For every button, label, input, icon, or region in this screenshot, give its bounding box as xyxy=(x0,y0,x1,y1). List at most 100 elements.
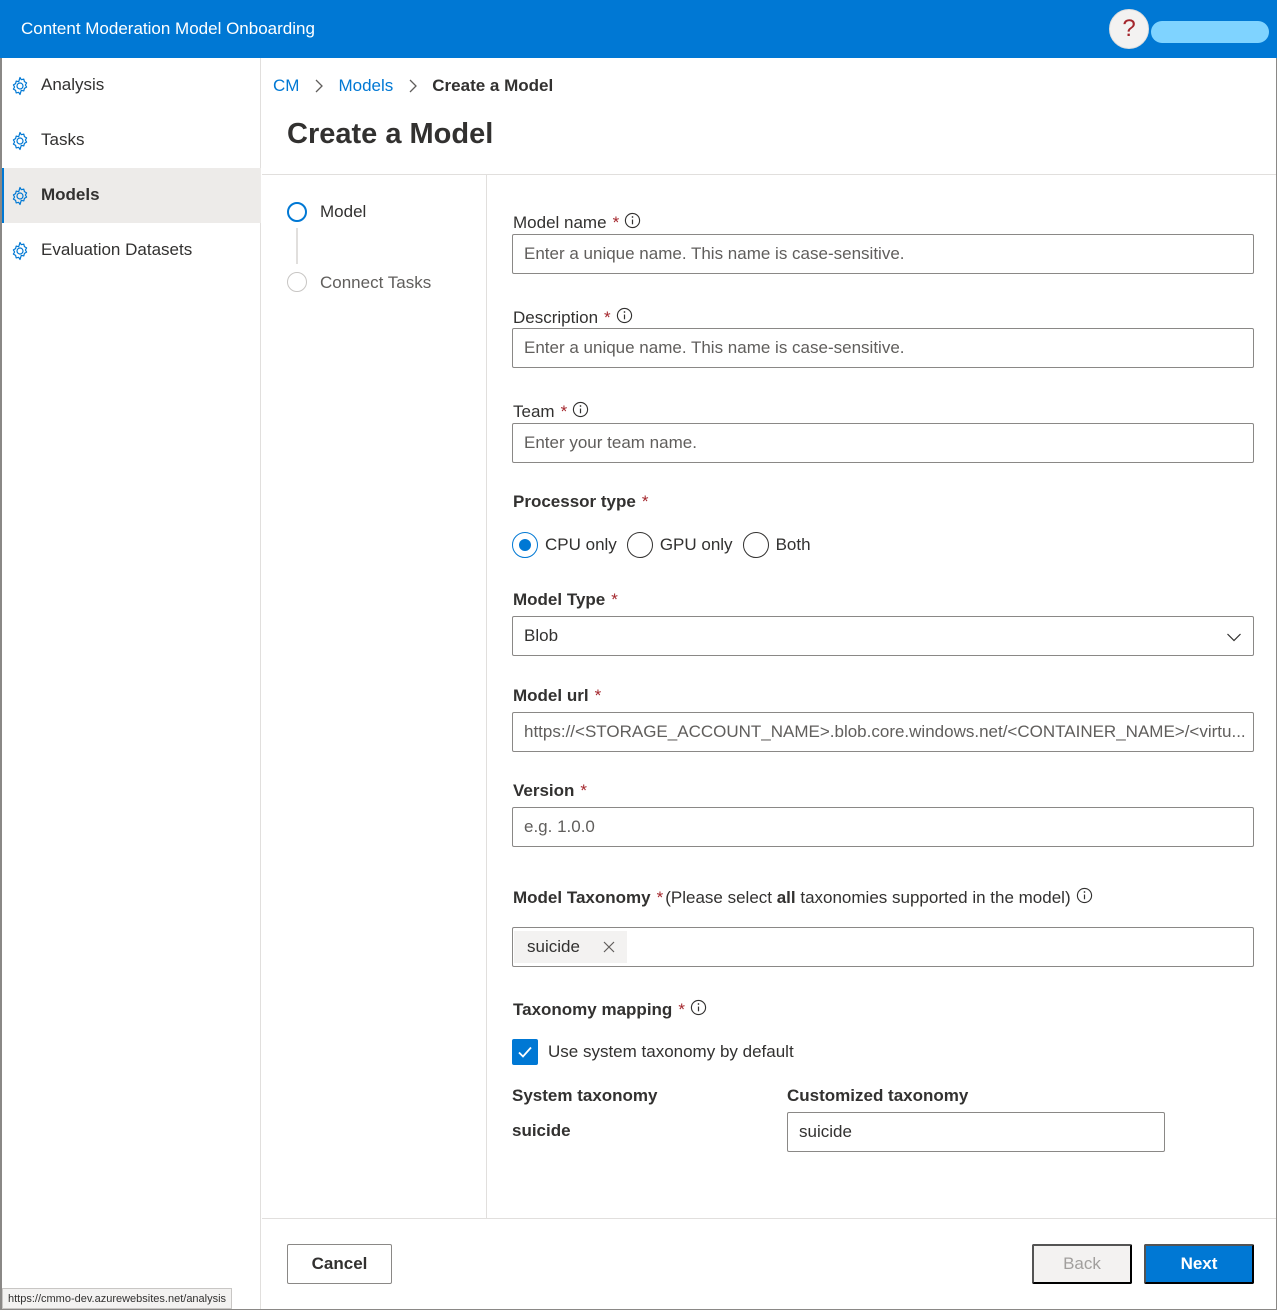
cancel-button[interactable]: Cancel xyxy=(287,1244,392,1284)
sidebar-item-label: Evaluation Datasets xyxy=(41,240,193,259)
required-marker: * xyxy=(656,888,664,907)
step-indicator-active xyxy=(287,202,307,222)
info-icon[interactable] xyxy=(1076,887,1093,904)
description-label-text: Description xyxy=(513,308,599,327)
processor-type-label-text: Processor type xyxy=(513,492,636,511)
back-button[interactable]: Back xyxy=(1032,1244,1132,1284)
sidebar-item-models[interactable]: Models xyxy=(2,168,261,223)
step-connector xyxy=(296,228,298,264)
taxonomy-tag-label: suicide xyxy=(527,937,580,956)
breadcrumb-link-models[interactable]: Models xyxy=(338,76,393,96)
help-button[interactable]: ? xyxy=(1109,9,1149,49)
breadcrumb-link-cm[interactable]: CM xyxy=(273,76,299,96)
model-type-label-text: Model Type xyxy=(513,590,606,609)
version-input[interactable] xyxy=(512,807,1254,847)
step-model[interactable]: Model xyxy=(320,202,366,222)
taxonomy-tag: suicide xyxy=(514,931,627,963)
breadcrumb-current: Create a Model xyxy=(432,76,554,95)
sidebar-item-label: Tasks xyxy=(41,130,85,149)
sidebar-item-tasks[interactable]: Tasks xyxy=(2,113,261,168)
radio-both[interactable]: Both xyxy=(742,532,811,558)
gear-icon xyxy=(12,186,28,206)
description-input[interactable] xyxy=(512,328,1254,368)
stepper-divider xyxy=(486,175,487,1218)
header-divider xyxy=(262,174,1276,175)
version-label-text: Version xyxy=(513,781,575,800)
required-marker: * xyxy=(560,402,568,421)
required-marker: * xyxy=(594,686,602,705)
model-taxonomy-picker[interactable]: suicide xyxy=(512,927,1254,967)
chevron-right-icon xyxy=(409,79,418,93)
step-indicator-inactive xyxy=(287,272,307,292)
radio-label: GPU only xyxy=(659,535,733,554)
customized-taxonomy-input[interactable] xyxy=(787,1112,1165,1152)
radio-gpu-only[interactable]: GPU only xyxy=(626,532,733,558)
team-label-text: Team xyxy=(513,402,555,421)
team-input[interactable] xyxy=(512,423,1254,463)
radio-cpu-only[interactable]: CPU only xyxy=(512,532,617,558)
taxonomy-mapping-label-text: Taxonomy mapping xyxy=(513,1000,673,1019)
info-icon[interactable] xyxy=(572,401,589,418)
taxonomy-mapping-label: Taxonomy mapping * xyxy=(513,999,707,1020)
top-bar: Content Moderation Model Onboarding ? xyxy=(0,0,1277,58)
status-bar-url: https://cmmo-dev.azurewebsites.net/analy… xyxy=(2,1288,233,1309)
model-type-selected-value: Blob xyxy=(524,626,559,645)
radio-button[interactable] xyxy=(626,532,653,558)
use-system-taxonomy-checkbox[interactable]: Use system taxonomy by default xyxy=(512,1039,794,1065)
model-taxonomy-hint: (Please select all taxonomies supported … xyxy=(665,888,1070,908)
chevron-right-icon xyxy=(315,79,324,93)
gear-icon xyxy=(12,131,28,151)
radio-label: CPU only xyxy=(545,535,617,554)
checkbox-checked[interactable] xyxy=(512,1039,538,1065)
team-label: Team * xyxy=(513,401,589,422)
info-icon[interactable] xyxy=(616,307,633,324)
required-marker: * xyxy=(678,1000,685,1019)
checkmark-icon xyxy=(518,1046,532,1058)
processor-type-label: Processor type * xyxy=(513,492,648,512)
gear-icon xyxy=(12,241,28,261)
sidebar-item-label: Analysis xyxy=(41,75,105,94)
chevron-down-icon xyxy=(1227,633,1241,642)
required-marker: * xyxy=(611,590,618,609)
footer-divider xyxy=(262,1218,1276,1219)
model-taxonomy-label-text: Model Taxonomy xyxy=(513,888,651,907)
model-url-label-text: Model url xyxy=(513,686,589,705)
app-title: Content Moderation Model Onboarding xyxy=(21,19,315,38)
sidebar-item-evaluation-datasets[interactable]: Evaluation Datasets xyxy=(2,223,261,278)
hint-emphasis: all xyxy=(776,888,796,907)
system-taxonomy-value: suicide xyxy=(512,1121,571,1140)
breadcrumb: CM Models Create a Model xyxy=(273,76,553,96)
model-type-label: Model Type * xyxy=(513,590,618,610)
sidebar-item-label: Models xyxy=(41,185,100,204)
model-url-value: https://<STORAGE_ACCOUNT_NAME>.blob.core… xyxy=(524,722,1246,741)
version-label: Version * xyxy=(513,781,587,801)
description-label: Description * xyxy=(513,307,633,328)
required-marker: * xyxy=(641,492,649,511)
model-name-label: Model name * xyxy=(513,212,641,233)
required-marker: * xyxy=(612,213,620,232)
model-taxonomy-label: Model Taxonomy * (Please select all taxo… xyxy=(513,887,1093,908)
required-marker: * xyxy=(604,308,611,327)
model-name-label-text: Model name xyxy=(513,213,607,232)
radio-button[interactable] xyxy=(742,532,769,558)
info-icon[interactable] xyxy=(624,212,641,229)
customized-taxonomy-header: Customized taxonomy xyxy=(787,1086,969,1105)
next-button[interactable]: Next xyxy=(1144,1244,1254,1284)
system-taxonomy-header: System taxonomy xyxy=(512,1086,658,1105)
user-account-button[interactable] xyxy=(1151,21,1269,43)
sidebar: Analysis Tasks Models Evaluation Dataset… xyxy=(2,58,261,1309)
close-icon[interactable] xyxy=(601,939,617,955)
info-icon[interactable] xyxy=(690,999,707,1016)
model-url-input[interactable]: https://<STORAGE_ACCOUNT_NAME>.blob.core… xyxy=(512,712,1254,752)
radio-button-checked[interactable] xyxy=(512,532,538,558)
radio-label: Both xyxy=(775,535,811,554)
model-name-input[interactable] xyxy=(512,234,1254,274)
checkbox-label: Use system taxonomy by default xyxy=(548,1042,794,1061)
step-connect-tasks[interactable]: Connect Tasks xyxy=(320,273,431,293)
sidebar-item-analysis[interactable]: Analysis xyxy=(2,58,261,113)
page-title: Create a Model xyxy=(287,118,494,150)
processor-type-radio-group: CPU only GPU only Both xyxy=(512,532,821,558)
help-icon: ? xyxy=(1122,15,1136,42)
hint-text: (Please select xyxy=(665,888,777,907)
model-type-dropdown[interactable]: Blob xyxy=(512,616,1254,656)
